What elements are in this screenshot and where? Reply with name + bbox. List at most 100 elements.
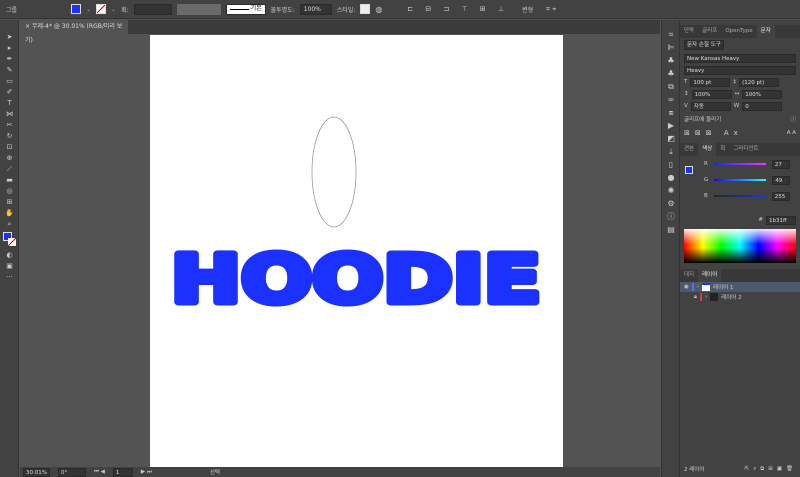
font-size-input[interactable]: 100 pt [690,77,731,87]
artboard[interactable]: HOODIE [150,35,563,468]
rotation-select[interactable]: 0° [57,467,86,477]
g-input[interactable]: 49 [772,175,791,185]
tab-artboards[interactable]: 대지 [680,269,698,282]
font-family-input[interactable]: New Kansas Heavy [684,53,796,63]
gradient-icon[interactable]: ▬ [0,175,19,186]
export-icon[interactable]: ⤓ [662,145,680,158]
fill-swatch[interactable] [71,4,81,14]
stroke-profile-select[interactable]: 기본 [225,3,266,15]
artboard-number[interactable]: 1 [112,467,133,477]
brush-tool-icon[interactable]: ✐ [0,87,19,98]
tab-swatches[interactable]: 견본 [680,143,698,156]
zoom-tool-icon[interactable]: ⌕ [0,219,19,230]
recolor-icon[interactable]: ◍ [375,5,382,14]
pen-tool-icon[interactable]: ✒ [0,54,19,65]
pathfinder-icon[interactable]: ⧈ [662,106,680,119]
close-icon[interactable]: × [25,23,32,30]
text-style-icons[interactable]: A A [787,130,796,136]
screen-mode-icon[interactable]: ▣ [0,261,19,272]
scissors-icon[interactable]: ✂ [0,120,19,131]
eyedropper-icon[interactable]: ⟋ [0,164,19,175]
style-swatch[interactable] [360,4,371,14]
touch-type-tool-button[interactable]: 문자 손질 도구 [684,40,724,50]
transform-label[interactable]: 변형 [522,5,533,14]
fill-color-swatch[interactable] [685,166,693,174]
rotate-icon[interactable]: ↻ [0,131,19,142]
info-icon[interactable]: ⓘ [662,210,680,223]
tab-character[interactable]: 문자 [756,25,775,38]
appearance-icon[interactable]: ● [662,171,680,184]
sun-icon[interactable]: ✺ [662,184,680,197]
artboard-tool-icon[interactable]: ⊞ [0,197,19,208]
r-input[interactable]: 27 [771,159,790,169]
prev-artboard-icon[interactable]: ⏮ ◀ [94,469,105,476]
tab-opentype[interactable]: OpenType [721,25,756,38]
more-tools-icon[interactable]: ··· [0,272,19,283]
stroke-swatch[interactable] [96,4,107,14]
transform-panel-icon[interactable]: ⌗ [662,28,680,41]
document-tab[interactable]: × 무제-4* @ 30.01% (RGB/미리 보기) [20,20,128,44]
r-slider[interactable] [713,163,766,165]
symbols-icon[interactable]: ♣ [662,54,680,67]
gradient-panel-icon[interactable]: ◩ [662,132,680,145]
layer-row[interactable]: ◉ › 레이어 1 [680,282,800,292]
b-slider[interactable] [713,195,766,197]
tab-glyphs[interactable]: 글리프 [698,25,721,38]
zoom-select[interactable]: 30.01% [23,467,50,477]
shape-builder-icon[interactable]: ⊕ [0,153,19,164]
leading-input[interactable]: (120 pt) [739,77,780,87]
free-transform-icon[interactable]: ⊡ [0,142,19,153]
links-icon[interactable]: ∞ [662,93,680,106]
isolate-icon[interactable]: ⌗ ⌖ [546,5,556,14]
hoodie-text[interactable]: HOODIE [168,238,545,322]
draw-mode-icon[interactable]: ◐ [0,250,19,261]
fill-stroke-widget[interactable] [0,230,18,250]
g-slider[interactable] [714,179,767,181]
artwork[interactable]: HOODIE [150,35,563,468]
lock-icon[interactable]: 🔒︎ [694,294,697,301]
snap-icons[interactable]: ⊠⊠⊠ Ax [684,129,743,137]
play-icon[interactable]: ▶ [662,119,680,132]
tracking-input[interactable]: 0 [742,101,783,111]
layer-actions-icons[interactable]: ⇱⌕⧉⊞▣🗑︎ [745,466,797,473]
ellipse-path[interactable] [311,116,357,228]
direct-selection-icon[interactable]: ▸ [0,43,19,54]
blend-icon[interactable]: ◎ [0,186,19,197]
selection-tool-icon[interactable]: ➤ [0,32,19,43]
artboards-icon[interactable]: ⧉ [662,80,680,93]
tab-gradient[interactable]: 그라디언트 [729,143,762,156]
layer-row[interactable]: 🔒︎ › 레이어 2 [680,292,800,302]
info-icon[interactable]: ⓘ [790,115,796,123]
page-icon[interactable]: ▤ [662,223,680,236]
expand-icon[interactable]: › [697,284,699,290]
club-icon[interactable]: ♣ [662,67,680,80]
hscale-input[interactable]: 100% [742,89,783,99]
chevron-down-icon[interactable]: ⌄ [111,6,116,13]
next-artboard-icon[interactable]: ▶ ⏭ [141,469,152,476]
gear-icon[interactable]: ⚙ [662,197,680,210]
tab-layers[interactable]: 레이어 [698,269,722,282]
status-mode[interactable]: 선택 [210,468,220,476]
rectangle-tool-icon[interactable]: ▭ [0,76,19,87]
font-style-select[interactable]: Heavy [684,65,796,75]
curvature-icon[interactable]: ✎ [0,65,19,76]
align-panel-icon[interactable]: ⊫ [662,41,680,54]
vscale-input[interactable]: 100% [691,89,732,99]
hex-input[interactable]: 1b31ff [766,215,796,225]
type-tool-icon[interactable]: T [0,98,19,109]
document-icon[interactable]: ▯ [662,158,680,171]
variable-width[interactable] [176,3,221,15]
color-spectrum[interactable] [684,229,796,263]
stroke-weight-input[interactable] [133,3,172,15]
b-input[interactable]: 255 [771,191,790,201]
tab-color[interactable]: 색상 [698,143,717,156]
opacity-input[interactable]: 100% [299,3,332,15]
tab-paragraph[interactable]: 단락 [680,25,698,38]
expand-icon[interactable]: › [705,294,707,300]
kerning-input[interactable]: 자동 [690,101,731,111]
eye-icon[interactable]: ◉ [684,284,689,290]
align-icons[interactable]: ⊏ ⊟ ⊐ ⊤ ⊞ ⊥ [407,5,509,13]
chevron-down-icon[interactable]: ⌄ [86,6,91,13]
width-tool-icon[interactable]: ⋈ [0,109,19,120]
hand-tool-icon[interactable]: ✋ [0,208,19,219]
